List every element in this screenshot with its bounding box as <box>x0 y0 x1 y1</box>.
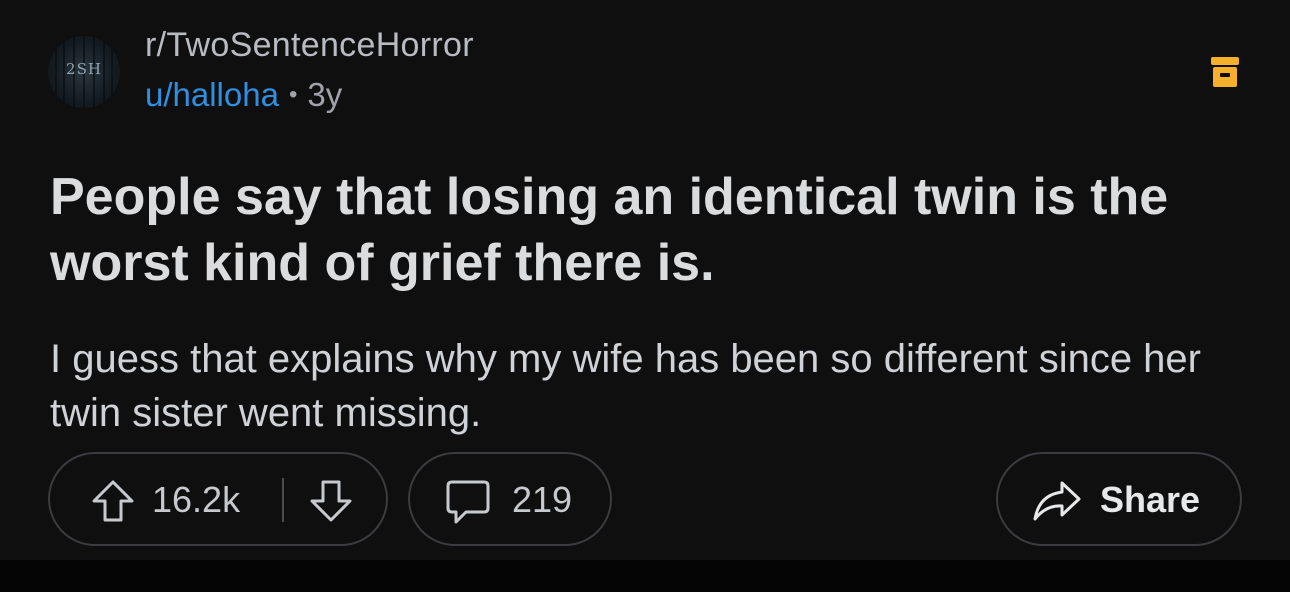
downvote-arrow-icon[interactable] <box>308 478 354 529</box>
bottom-strip <box>0 560 1290 592</box>
vote-divider <box>282 478 284 522</box>
upvote-arrow-icon[interactable] <box>90 478 136 529</box>
post-age: 3y <box>307 76 343 113</box>
comment-bubble-icon <box>444 478 492 531</box>
post-meta: u/halloha • 3y <box>145 76 342 114</box>
post-card: 2SH r/TwoSentenceHorror u/halloha • 3y Peo… <box>0 0 1290 560</box>
archive-icon[interactable] <box>1210 55 1240 89</box>
vote-bar: 16.2k <box>48 452 388 546</box>
author-username[interactable]: u/halloha <box>145 76 279 113</box>
share-arrow-icon <box>1032 480 1082 527</box>
share-button[interactable]: Share <box>996 452 1242 546</box>
subreddit-name[interactable]: r/TwoSentenceHorror <box>145 26 474 65</box>
post-body: I guess that explains why my wife has be… <box>50 337 1201 435</box>
post-title[interactable]: People say that losing an identical twin… <box>50 164 1250 296</box>
comments-button[interactable]: 219 <box>408 452 612 546</box>
subreddit-avatar[interactable]: 2SH <box>48 36 120 108</box>
share-label: Share <box>1100 479 1201 520</box>
avatar-logo-text: 2SH <box>66 60 102 78</box>
comment-count: 219 <box>512 479 573 520</box>
upvote-count: 16.2k <box>152 479 241 520</box>
meta-separator: • <box>288 81 298 108</box>
